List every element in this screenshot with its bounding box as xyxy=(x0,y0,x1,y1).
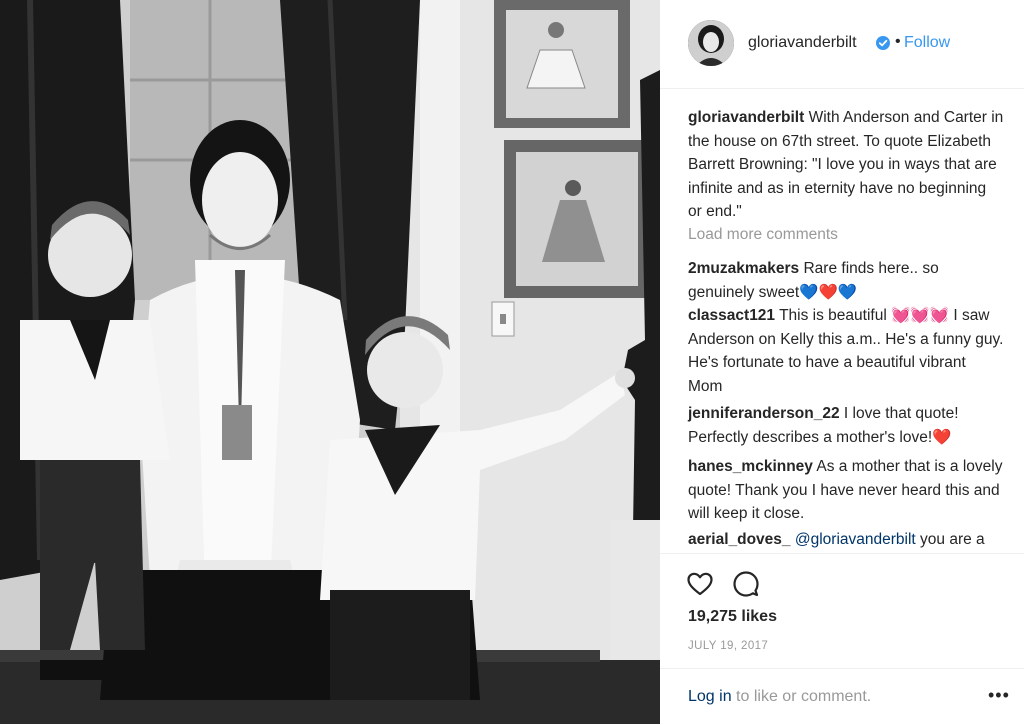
post-header: gloriavanderbilt • Follow xyxy=(660,0,1024,89)
post-date: JULY 19, 2017 xyxy=(688,640,769,652)
comment-item: jenniferanderson_22 I love that quote! P… xyxy=(688,402,1004,449)
comment-item: classact121 This is beautiful 💓💓💓 I saw … xyxy=(688,304,1004,398)
verified-badge-icon xyxy=(876,36,890,50)
more-options-icon[interactable]: ••• xyxy=(988,685,1010,706)
comment-mention-link[interactable]: @gloriavanderbilt xyxy=(795,531,916,548)
post-caption: gloriavanderbilt With Anderson and Carte… xyxy=(688,106,1004,224)
comment-item: aerial_doves_ @gloriavanderbilt you are … xyxy=(688,528,1004,552)
comment-emoji: 💓💓💓 xyxy=(891,307,950,324)
comment-text: you are a xyxy=(920,531,985,548)
post-actions-bar xyxy=(660,553,1024,604)
post-photo[interactable] xyxy=(0,0,660,724)
login-prompt: Log in to like or comment. xyxy=(688,688,871,706)
comment-emoji: 💙❤️💙 xyxy=(799,283,858,301)
load-more-comments-button[interactable]: Load more comments xyxy=(688,226,838,244)
post-side-panel: gloriavanderbilt • Follow gloriavanderbi… xyxy=(660,0,1024,724)
speech-bubble-icon[interactable] xyxy=(732,570,760,598)
login-prompt-text: to like or comment. xyxy=(736,688,872,705)
comment-text: This is beautiful xyxy=(779,307,887,324)
family-portrait-image xyxy=(0,0,660,724)
comment-username[interactable]: 2muzakmakers xyxy=(688,260,799,277)
heart-outline-icon[interactable] xyxy=(686,570,714,598)
comment-username[interactable]: classact121 xyxy=(688,307,775,324)
caption-username[interactable]: gloriavanderbilt xyxy=(688,109,804,126)
likes-count[interactable]: 19,275 likes xyxy=(688,608,777,626)
login-link[interactable]: Log in xyxy=(688,688,732,705)
separator-dot: • xyxy=(895,33,901,50)
comment-username[interactable]: aerial_doves_ xyxy=(688,531,791,548)
header-username[interactable]: gloriavanderbilt xyxy=(748,34,857,52)
comment-item: hanes_mckinney As a mother that is a lov… xyxy=(688,455,1004,526)
avatar[interactable] xyxy=(688,20,734,66)
follow-button[interactable]: Follow xyxy=(904,34,950,52)
comment-item: 2muzakmakers Rare finds here.. so genuin… xyxy=(688,257,1004,304)
comment-emoji: ❤️ xyxy=(932,428,952,446)
comment-username[interactable]: jenniferanderson_22 xyxy=(688,405,840,422)
comment-username[interactable]: hanes_mckinney xyxy=(688,458,813,475)
post-footer: Log in to like or comment. ••• xyxy=(660,668,1024,725)
